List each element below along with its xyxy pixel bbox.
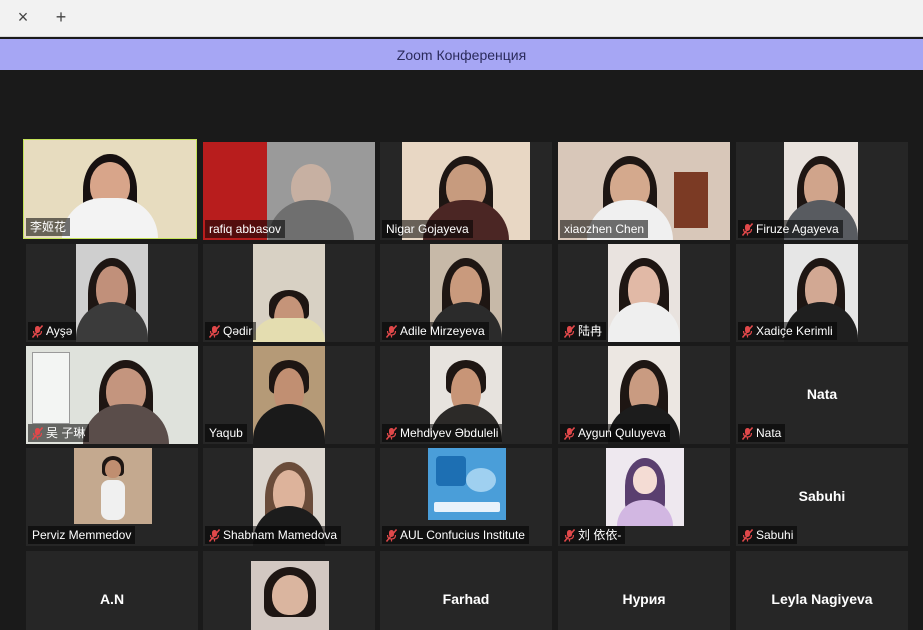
participant-name-label: Yaqub [205,424,247,442]
participant-tile[interactable]: 吴 子琳 [26,346,198,444]
participant-video [253,244,325,342]
muted-mic-icon [742,222,753,236]
participant-name-label: Mehdiyev Əbduleli [382,424,503,442]
participant-name-label: 吴 子琳 [28,424,90,442]
participant-tile[interactable] [203,551,375,630]
participant-name-label: Sabuhi [738,526,798,544]
participant-tile[interactable]: Ayşə [26,244,198,342]
muted-mic-icon [742,426,753,440]
muted-mic-icon [209,528,220,542]
participant-name-label: xiaozhen Chen [560,220,649,238]
participant-tile[interactable]: xiaozhen Chen [558,142,730,240]
plus-icon: + [55,6,67,27]
participant-tile[interactable]: Perviz Memmedov [26,448,198,546]
participant-tile[interactable]: rafiq abbasov [203,142,375,240]
participant-tile[interactable]: Sabuhi Sabuhi [736,448,908,546]
muted-mic-icon [209,324,220,338]
participant-name-label: Perviz Memmedov [28,526,136,544]
participant-name-label: Shabnam Mamedova [205,526,342,544]
participant-display-name: Farhad [442,591,490,607]
participant-video [606,448,684,526]
participant-name-label: Firuze Agayeva [738,220,843,238]
participant-tile[interactable]: Shabnam Mamedova [203,448,375,546]
participant-tile[interactable]: 李姬花 [23,139,197,239]
participant-video [428,448,506,520]
gallery-view: 李姬花 rafiq abbasov Nigar Gojayeva xiaozhe… [0,70,923,630]
muted-mic-icon [386,426,397,440]
participant-video [253,346,325,444]
muted-mic-icon [32,324,43,338]
participant-display-name: Leyla Nagiyeva [771,591,873,607]
participant-name-label: Aygun Quluyeva [560,424,670,442]
participant-tile[interactable]: Нурия [558,551,730,630]
participant-tile[interactable]: Aygun Quluyeva [558,346,730,444]
participant-name-label: AUL Confucius Institute [382,526,529,544]
close-icon: × [17,6,29,27]
participant-display-name: Нурия [622,591,666,607]
participant-tile[interactable]: Farhad [380,551,552,630]
new-tab-button[interactable]: + [50,6,72,28]
participant-tile[interactable]: Nigar Gojayeva [380,142,552,240]
participant-name-label: Ayşə [28,322,77,340]
participant-tile[interactable]: AUL Confucius Institute [380,448,552,546]
participant-name-label: Nigar Gojayeva [382,220,473,238]
participant-video [608,244,680,342]
window-title: Zoom Конференция [396,46,527,63]
participant-tile[interactable]: Adile Mirzeyeva [380,244,552,342]
participant-tile[interactable]: Nata Nata [736,346,908,444]
close-tab-button[interactable]: × [12,6,34,28]
participant-name-label: Nata [738,424,786,442]
participant-video [76,244,148,342]
participant-tile[interactable]: Yaqub [203,346,375,444]
muted-mic-icon [386,528,397,542]
participant-name-label: rafiq abbasov [205,220,286,238]
muted-mic-icon [386,324,397,338]
participant-video [251,561,329,630]
participant-name-label: 李姬花 [26,218,71,236]
participant-name-label: 刘 依依- [560,526,626,544]
muted-mic-icon [564,426,575,440]
participant-video [74,448,152,524]
participant-tile[interactable]: Xadiçe Kerimli [736,244,908,342]
participant-tile[interactable]: Qədir [203,244,375,342]
participant-tile[interactable]: Firuze Agayeva [736,142,908,240]
participant-tile[interactable]: 陆冉 [558,244,730,342]
window-title-bar: Zoom Конференция [0,39,923,70]
participant-display-name: A.N [99,591,125,607]
participant-tile[interactable]: Mehdiyev Əbduleli [380,346,552,444]
muted-mic-icon [742,528,753,542]
muted-mic-icon [564,528,575,542]
muted-mic-icon [564,324,575,338]
muted-mic-icon [742,324,753,338]
browser-tab-bar: × + [0,0,923,37]
muted-mic-icon [32,426,43,440]
participant-name-label: Xadiçe Kerimli [738,322,837,340]
participant-tile[interactable]: A.N [26,551,198,630]
participant-name-label: 陆冉 [560,322,607,340]
participant-name-label: Adile Mirzeyeva [382,322,489,340]
participant-tile[interactable]: 刘 依依- [558,448,730,546]
participant-tile[interactable]: Leyla Nagiyeva [736,551,908,630]
participant-name-label: Qədir [205,322,257,340]
